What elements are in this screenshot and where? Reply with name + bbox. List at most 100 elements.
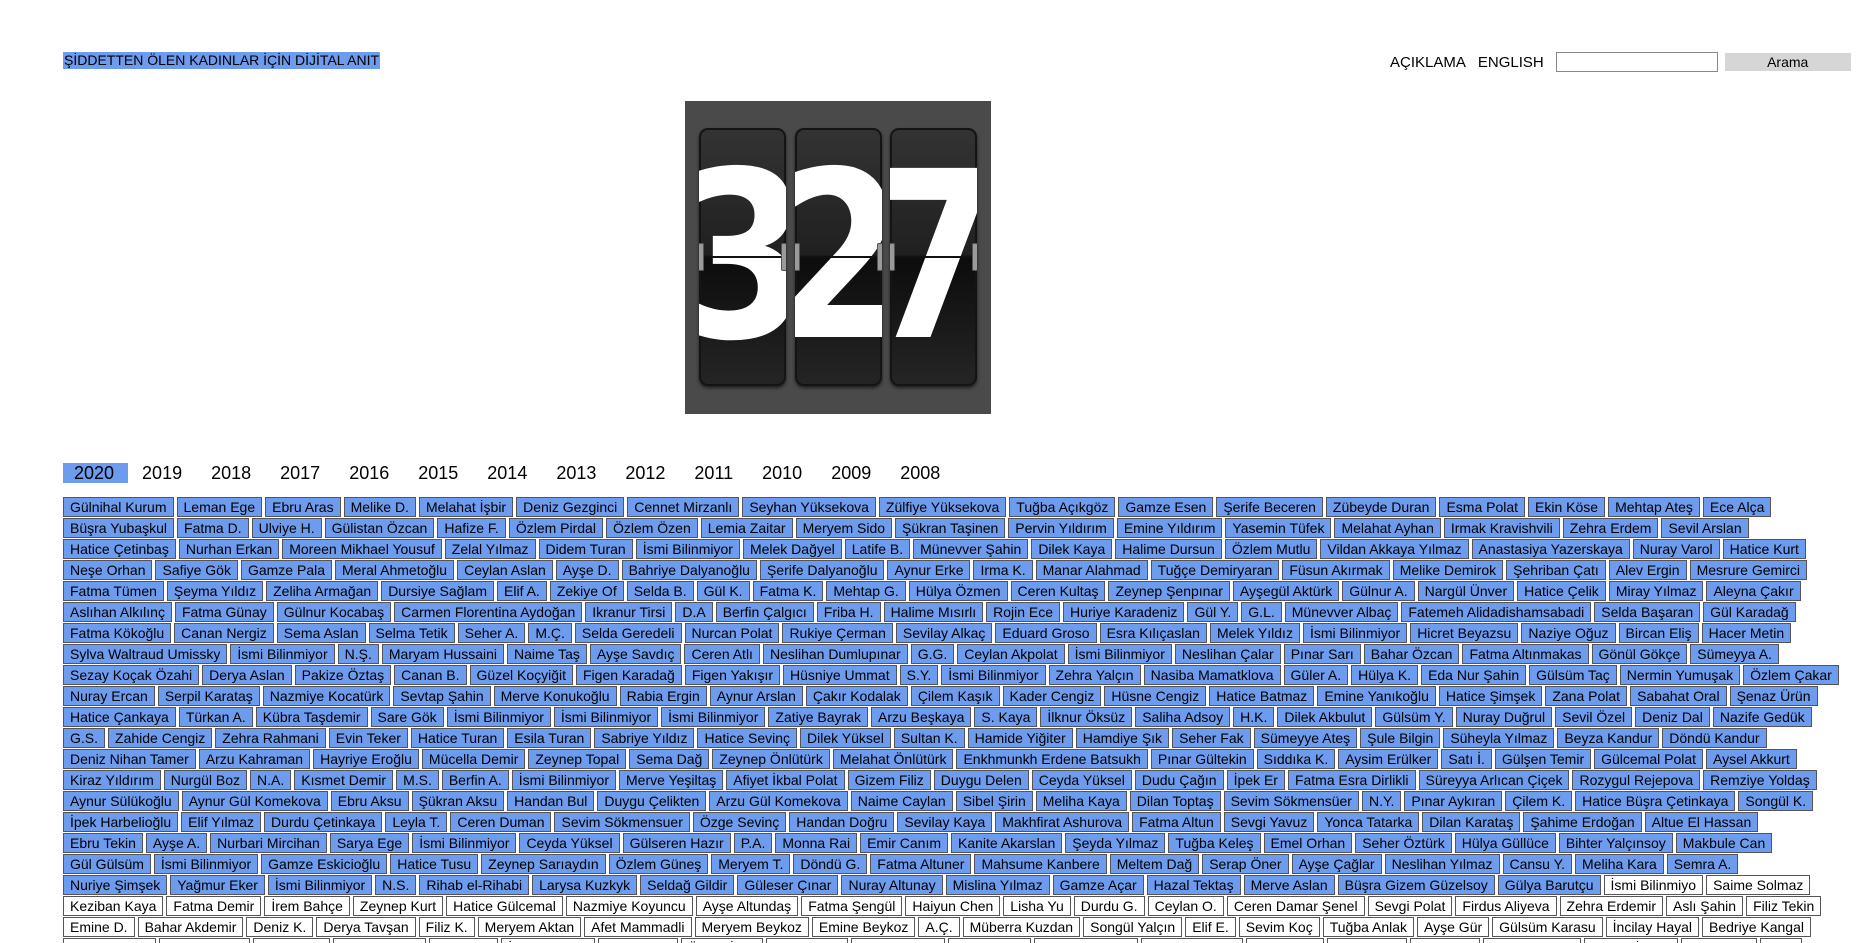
victim-name-item[interactable]: Fatma Kökoğlu [63, 623, 172, 643]
victim-name-item[interactable]: Sibel Şirin [955, 791, 1033, 811]
victim-name-item[interactable]: Emel Orhan [1263, 833, 1353, 853]
victim-name-item[interactable]: Meliha Kaya [1035, 791, 1127, 811]
year-tab-2009[interactable]: 2009 [831, 463, 882, 483]
victim-name-item[interactable]: Büşra Yubaşkul [63, 518, 175, 538]
victim-name-item[interactable]: Meryem Beykoz [694, 917, 809, 937]
victim-name-item[interactable]: Zelal Yılmaz [444, 539, 536, 559]
victim-name-item[interactable]: Tuğba Keleş [1168, 833, 1261, 853]
victim-name-item[interactable]: Ceren Şimşek [1140, 938, 1243, 943]
victim-name-item[interactable]: Kader Cengiz [1002, 686, 1102, 706]
victim-name-item[interactable]: Hüsniye Ummat [783, 665, 897, 685]
victim-name-item[interactable]: Canan Nergiz [174, 623, 274, 643]
victim-name-item[interactable]: Sevil Arslan [1661, 518, 1749, 538]
victim-name-item[interactable]: Meryem Sido [795, 518, 893, 538]
victim-name-item[interactable]: Serap Öner [1202, 854, 1289, 874]
search-input[interactable] [1555, 52, 1718, 72]
victim-name-item[interactable]: Mahsume Kanbere [974, 854, 1107, 874]
victim-name-item[interactable]: Rukiye Çerman [782, 623, 893, 643]
victim-name-item[interactable]: Nurbari Mircihan [210, 833, 327, 853]
victim-name-item[interactable]: Emine Yıldırım [1116, 518, 1223, 538]
victim-name-item[interactable]: Meryem T. [711, 854, 791, 874]
victim-name-item[interactable]: Fatma Altuner [870, 854, 972, 874]
victim-name-item[interactable]: Münevver Albaç [1284, 602, 1399, 622]
victim-name-item[interactable]: Safiye Gök [155, 560, 238, 580]
victim-name-item[interactable]: Saliha Adsoy [1135, 707, 1231, 727]
victim-name-item[interactable]: Şule Bilgin [1360, 728, 1441, 748]
victim-name-item[interactable]: Leman Ege [176, 497, 263, 517]
victim-name-item[interactable]: Deniz Gezginci [516, 497, 625, 517]
victim-name-item[interactable]: Nurhan Erkan [178, 539, 280, 559]
victim-name-item[interactable]: D.A [675, 602, 713, 622]
victim-name-item[interactable]: Emine Beykoz [811, 917, 916, 937]
victim-name-item[interactable]: Fatma K. [752, 581, 824, 601]
victim-name-item[interactable]: Gülsüm Taç [1529, 665, 1617, 685]
victim-name-item[interactable]: Çakır Kodalak [805, 686, 908, 706]
victim-name-item[interactable]: Hülya Özmen [908, 581, 1008, 601]
victim-name-item[interactable]: Esila Turan [507, 728, 592, 748]
victim-name-item[interactable]: Melahat Ayhan [1334, 518, 1441, 538]
victim-name-item[interactable]: Zeynep Şenpınar [1108, 581, 1230, 601]
victim-name-item[interactable]: Gülseren Hazır [622, 833, 731, 853]
victim-name-item[interactable]: Selda B. [626, 581, 694, 601]
victim-name-item[interactable]: Gülsüm Y. [1375, 707, 1453, 727]
victim-name-item[interactable]: Maryam Hussaini [381, 644, 505, 664]
victim-name-item[interactable]: İfakat Doğan [501, 938, 595, 943]
victim-name-item[interactable]: Türkan A. [178, 707, 253, 727]
victim-name-item[interactable]: İsmi Bilinmiyor [153, 854, 259, 874]
victim-name-item[interactable]: Canan B. [394, 665, 467, 685]
victim-name-item[interactable]: Figen Yakışır [684, 665, 781, 685]
victim-name-item[interactable]: M.Ç. [528, 623, 572, 643]
victim-name-item[interactable]: Ayşe Acar [1680, 938, 1758, 943]
victim-name-item[interactable]: Adile Güler [948, 938, 1032, 943]
victim-name-item[interactable]: Esma Polat [1439, 497, 1526, 517]
victim-name-item[interactable]: İsmi Bilinmiyor [941, 665, 1046, 685]
victim-name-item[interactable]: Hatice Çelik [1517, 581, 1606, 601]
victim-name-item[interactable]: Özlem Pirdal [508, 518, 603, 538]
victim-name-item[interactable]: Ayşe D. [555, 560, 619, 580]
victim-name-item[interactable]: İsmi Bilinmiyo [1603, 875, 1704, 895]
victim-name-item[interactable]: Sıddıka K. [1256, 749, 1336, 769]
victim-name-item[interactable]: Şenaz Ürün [1729, 686, 1818, 706]
victim-name-item[interactable]: Münevver Şahin [913, 539, 1029, 559]
victim-name-item[interactable]: Şükran Aksu [411, 791, 505, 811]
victim-name-item[interactable]: Gülnur Kocabaş [276, 602, 392, 622]
victim-name-item[interactable]: Çilem Kaşık [910, 686, 1000, 706]
year-tab-2020[interactable]: 2020 [63, 463, 129, 483]
victim-name-item[interactable]: Figen Karadağ [576, 665, 682, 685]
victim-name-item[interactable]: Zana Polat [1545, 686, 1628, 706]
victim-name-item[interactable]: İsmi Bilinmiyor [446, 707, 551, 727]
victim-name-item[interactable]: Tuğba Anlak [1322, 917, 1415, 937]
victim-name-item[interactable]: Moreen Mikhael Yousuf [282, 539, 442, 559]
victim-name-item[interactable]: Nuray Varol [1632, 539, 1720, 559]
victim-name-item[interactable]: Berfin A. [441, 770, 509, 790]
victim-name-item[interactable]: Pervin Yıldırım [1008, 518, 1114, 538]
victim-name-item[interactable]: Mutebar A. [766, 938, 848, 943]
victim-name-item[interactable]: N.S. [375, 875, 417, 895]
victim-name-item[interactable]: Gamze Eskicioğlu [261, 854, 388, 874]
victim-name-item[interactable]: Zeynep Önlütürk [712, 749, 830, 769]
victim-name-item[interactable]: Kanite Akarslan [951, 833, 1063, 853]
victim-name-item[interactable]: Hatice Gülcemal [446, 896, 563, 916]
victim-name-item[interactable]: Hatice Büşra Çetinkaya [1575, 791, 1736, 811]
victim-name-item[interactable]: Meral Ahmetoğlu [335, 560, 455, 580]
victim-name-item[interactable]: Alev Ergin [1608, 560, 1687, 580]
victim-name-item[interactable]: Ceren Kultaş [1010, 581, 1106, 601]
victim-name-item[interactable]: Songül K. [1738, 791, 1814, 811]
year-tab-2018[interactable]: 2018 [211, 463, 262, 483]
victim-name-item[interactable]: Sümeyye Ateş [1253, 728, 1358, 748]
victim-name-item[interactable]: Halime Dursun [1115, 539, 1222, 559]
victim-name-item[interactable]: Remziye Yoldaş [1703, 770, 1817, 790]
victim-name-item[interactable]: Sümeyya A. [1690, 644, 1779, 664]
victim-name-item[interactable]: Melek Yıldız [1209, 623, 1300, 643]
victim-name-item[interactable]: Sarya Ege [329, 833, 410, 853]
victim-name-item[interactable]: Didem Turan [538, 539, 633, 559]
victim-name-item[interactable]: Işıl Aydın [1409, 938, 1481, 943]
victim-name-item[interactable]: Deniz K. [246, 917, 314, 937]
victim-name-item[interactable]: G.G. [910, 644, 955, 664]
victim-name-item[interactable]: Zeliha Armağan [266, 581, 379, 601]
victim-name-item[interactable]: Hatice Turan [410, 728, 505, 748]
victim-name-item[interactable]: Aleyna Çakır [1706, 581, 1801, 601]
victim-name-item[interactable]: Melike Demirok [1392, 560, 1504, 580]
victim-name-item[interactable]: Enkhmunkh Erdene Batsukh [956, 749, 1148, 769]
victim-name-item[interactable]: Sabahat Oral [1630, 686, 1727, 706]
